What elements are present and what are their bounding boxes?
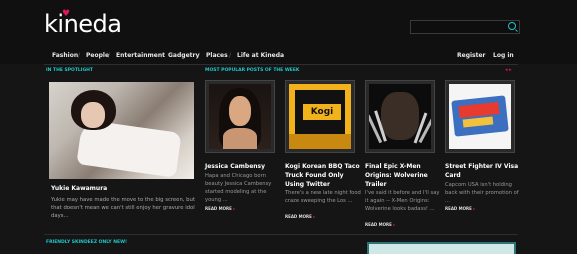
read-more-link[interactable]: READ MORE ▸	[205, 206, 235, 211]
arrow-right-icon: ▸	[393, 222, 396, 227]
read-more-link[interactable]: READ MORE ▸	[445, 206, 475, 211]
register-link[interactable]: Register	[457, 52, 486, 59]
login-link[interactable]: Log in	[493, 52, 514, 59]
post-title[interactable]: Street Fighter IV Visa Card	[445, 162, 521, 180]
nav-separator: /	[161, 52, 164, 59]
nav-item-people[interactable]: People	[86, 52, 109, 59]
nav-item-life-at-kineda[interactable]: Life at Kineda	[237, 52, 284, 59]
section-divider	[44, 234, 518, 235]
site-logo[interactable]: kineda ♥	[44, 9, 122, 38]
nav-item-fashion[interactable]: Fashion	[52, 52, 78, 59]
arrow-right-icon: ▸	[473, 206, 476, 211]
nav-separator: /	[198, 52, 201, 59]
read-more-link[interactable]: READ MORE ▸	[285, 214, 315, 219]
spotlight-label: IN THE SPOTLIGHT	[46, 68, 93, 73]
main-nav: Fashion / People / Entertainment / Gadge…	[0, 49, 577, 65]
post-thumbnail[interactable]: Kogi	[285, 80, 355, 153]
post-thumbnail[interactable]	[445, 80, 515, 153]
heart-icon: ♥	[62, 9, 70, 19]
post-description: Capcom USA isn't holding back with their…	[445, 182, 519, 204]
logo-text: kineda	[44, 10, 122, 38]
post-description: I've said it before and I'll say it agai…	[365, 190, 440, 212]
post-thumbnail[interactable]	[205, 80, 275, 153]
arrow-right-icon: ▸	[313, 214, 316, 219]
post-title[interactable]: Jessica Cambensy	[205, 162, 281, 171]
nav-item-places[interactable]: Places	[206, 52, 228, 59]
post-title[interactable]: Kogi Korean BBQ Taco Truck Found Only Us…	[285, 162, 361, 189]
arrow-right-icon: ▸	[233, 206, 236, 211]
post-title[interactable]: Final Epic X-Men Origins: Wolverine Trai…	[365, 162, 441, 189]
post-thumbnail[interactable]	[365, 80, 435, 153]
ad-box[interactable]	[367, 242, 516, 254]
spotlight-title[interactable]: Yukie Kawamura	[51, 185, 107, 192]
search-input[interactable]	[410, 20, 520, 34]
nav-separator: /	[108, 52, 111, 59]
nav-separator: /	[78, 52, 81, 59]
search-icon[interactable]	[508, 22, 516, 30]
spotlight-image[interactable]	[49, 82, 194, 179]
friendly-label: FRIENDLY SKINDEEZ ONLY NEW!	[46, 240, 128, 245]
popular-label: MOST POPULAR POSTS OF THE WEEK	[205, 68, 300, 73]
spotlight-description: Yukie may have made the move to the big …	[51, 197, 195, 219]
carousel-arrows[interactable]: ◂ ▸	[505, 67, 512, 73]
nav-item-entertainment[interactable]: Entertainment	[116, 52, 165, 59]
read-more-link[interactable]: READ MORE ▸	[365, 222, 395, 227]
post-description: Hapa and Chicago born beauty Jessica Cam…	[205, 173, 272, 203]
nav-separator: /	[229, 52, 232, 59]
nav-divider	[44, 64, 518, 65]
post-description: There's a new late night food craze swee…	[285, 190, 361, 204]
nav-item-gadgetry[interactable]: Gadgetry	[168, 52, 199, 59]
